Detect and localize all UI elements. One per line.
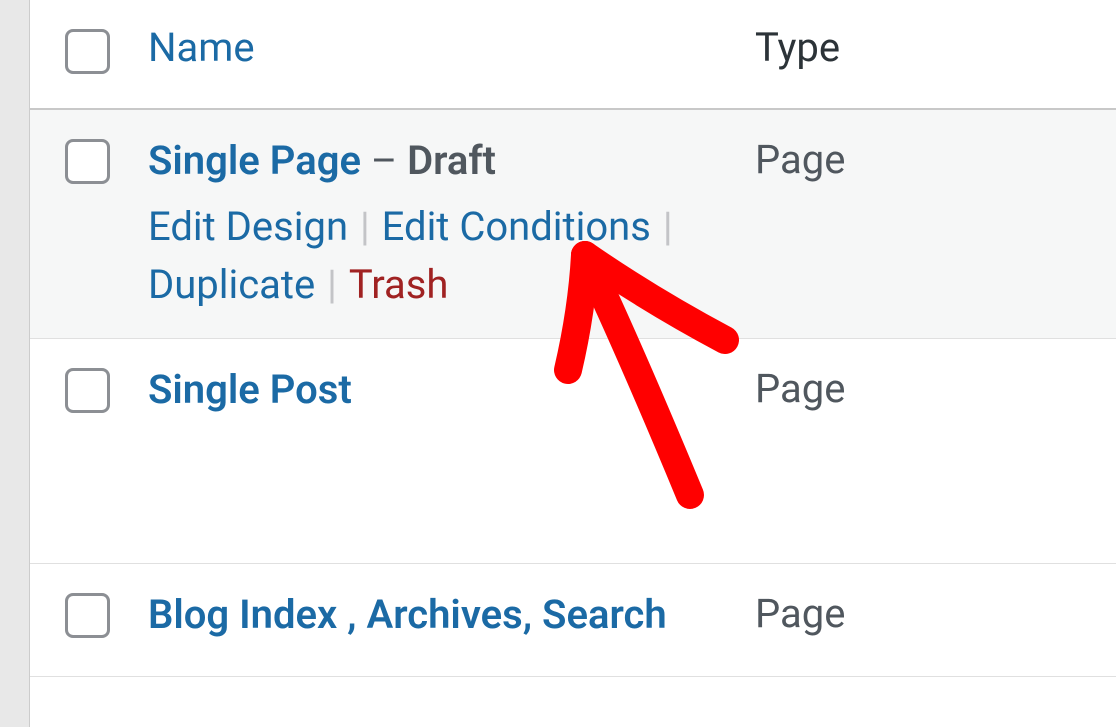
template-title-link[interactable]: Single Post [148, 366, 352, 413]
edit-conditions-link[interactable]: Edit Conditions [382, 203, 651, 250]
table-row: Blog Index , Archives, Search Page [30, 564, 1116, 677]
action-separator: | [315, 261, 349, 308]
admin-sidebar-edge [0, 0, 30, 727]
row-checkbox[interactable] [65, 368, 110, 413]
column-header-name[interactable]: Name [148, 24, 255, 71]
templates-table: Name Type Single Page – Draft Edit Desig… [30, 0, 1116, 677]
template-type: Page [755, 564, 1116, 677]
table-row: Single Post Page [30, 339, 1116, 564]
column-header-type: Type [755, 0, 1116, 109]
row-checkbox[interactable] [65, 593, 110, 638]
select-all-checkbox[interactable] [65, 29, 110, 74]
template-title-link[interactable]: Single Page [148, 137, 361, 184]
duplicate-link[interactable]: Duplicate [148, 261, 315, 308]
status-badge: Draft [407, 137, 496, 184]
table-row: Single Page – Draft Edit Design | Edit C… [30, 109, 1116, 339]
action-separator: | [348, 203, 382, 250]
template-type: Page [755, 339, 1116, 564]
edit-design-link[interactable]: Edit Design [148, 203, 348, 250]
row-checkbox[interactable] [65, 139, 110, 184]
status-separator: – [371, 137, 407, 184]
template-title-link[interactable]: Blog Index , Archives, Search [148, 591, 667, 638]
trash-link[interactable]: Trash [349, 261, 449, 308]
row-actions: Edit Design | Edit Conditions | Duplicat… [148, 198, 725, 314]
action-separator: | [651, 203, 675, 250]
template-type: Page [755, 109, 1116, 339]
table-header-row: Name Type [30, 0, 1116, 109]
